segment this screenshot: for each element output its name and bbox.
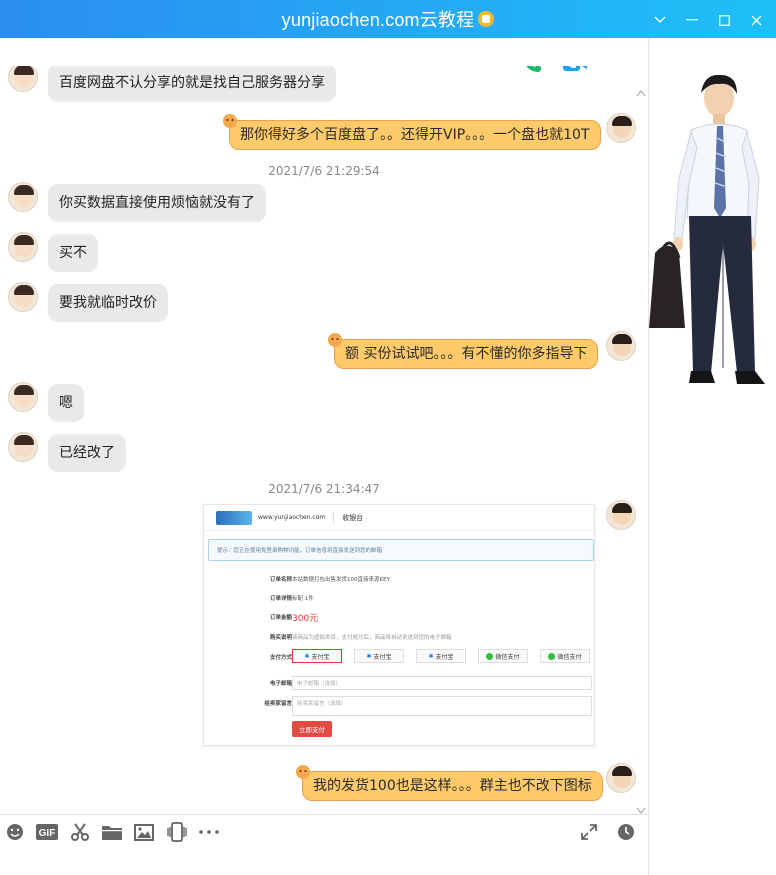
site-logo: [216, 510, 252, 525]
message-bubble-left: 买不: [48, 234, 98, 272]
my-avatar[interactable]: [606, 763, 636, 793]
order-name-label: 订单名称: [269, 577, 292, 583]
message-bubble-left: 要我就临时改价: [48, 284, 168, 322]
checkout-header: www.yunjiaochen.com 收银台: [204, 505, 594, 531]
pay-option-wechat[interactable]: 微信支付: [478, 649, 528, 663]
contact-avatar[interactable]: [8, 182, 38, 212]
phone-shake-icon[interactable]: [165, 820, 189, 844]
bubble-decoration-icon: [221, 112, 239, 130]
folder-icon[interactable]: [100, 820, 124, 844]
bubble-decoration-icon: [326, 331, 344, 349]
history-clock-icon[interactable]: [614, 820, 638, 844]
message-timestamp: 2021/7/6 21:34:47: [268, 482, 380, 496]
close-button[interactable]: [740, 10, 772, 30]
emoji-icon[interactable]: [3, 820, 27, 844]
message-bubble-left: 嗯: [48, 384, 84, 422]
contact-avatar[interactable]: [8, 282, 38, 312]
payment-row: 支付方式 ✱ 支付宝 ✱ 支付宝 ✱ 支付宝 微信支付 微信支付: [204, 649, 594, 665]
divider: [333, 511, 335, 524]
pay-now-button[interactable]: 立即支付: [292, 721, 332, 737]
scroll-mask: [0, 38, 648, 66]
contact-avatar[interactable]: [8, 432, 38, 462]
message-bubble-right: 额 买份试试吧。。。有不懂的你多指导下: [334, 339, 599, 369]
more-icon[interactable]: [197, 820, 221, 844]
window-controls: [644, 10, 772, 30]
purchase-note-label: 购买说明: [269, 635, 292, 641]
message-bubble-left: 百度网盘不认分享的就是找自己服务器分享: [48, 64, 336, 102]
checkout-title: 收银台: [342, 513, 364, 522]
message-timestamp: 2021/7/6 21:29:54: [268, 164, 380, 178]
message-input[interactable]: 给卖家留言（选填）: [292, 696, 592, 716]
order-name-value: 本站数据打包出售发货100直接来源KEY: [292, 577, 390, 583]
maximize-button[interactable]: [708, 10, 740, 30]
contact-avatar[interactable]: [8, 382, 38, 412]
minimize-button[interactable]: [676, 10, 708, 30]
email-label: 电子邮箱: [269, 681, 292, 687]
message-bubble-left: 你买数据直接使用烦恼就没有了: [48, 184, 266, 222]
character-illustration: [649, 74, 765, 384]
pay-option-wechat[interactable]: 微信支付: [540, 649, 590, 663]
window-title: yunjiaochen.com云教程: [281, 10, 475, 30]
email-input[interactable]: 电子邮箱（选填）: [292, 676, 592, 690]
order-detail-label: 订单详情: [269, 596, 292, 602]
message-bubble-right: 我的发货100也是这样。。。群主也不改下图标: [302, 771, 603, 801]
shared-image-checkout[interactable]: www.yunjiaochen.com 收银台 提示：您正在使用免登录购物功能，…: [203, 504, 595, 746]
expand-icon[interactable]: [577, 820, 601, 844]
input-toolbar: GIF: [0, 820, 648, 846]
svg-text:GIF: GIF: [39, 828, 56, 839]
side-panel: [649, 38, 776, 875]
message-bubble-left: 已经改了: [48, 434, 126, 472]
contact-avatar[interactable]: [8, 232, 38, 262]
my-avatar[interactable]: [606, 500, 636, 530]
gif-icon[interactable]: GIF: [35, 820, 59, 844]
order-amount-label: 订单金额: [269, 615, 292, 621]
my-avatar[interactable]: [606, 113, 636, 143]
scissors-icon[interactable]: [68, 820, 92, 844]
message-bubble-right: 那你得好多个百度盘了。。还得开VIP。。。一个盘也就10T: [229, 120, 601, 150]
pay-option-alipay[interactable]: ✱ 支付宝: [416, 649, 466, 663]
image-icon[interactable]: [132, 820, 156, 844]
logo-text: www.yunjiaochen.com: [258, 514, 326, 521]
title-bar: yunjiaochen.com云教程: [0, 0, 776, 38]
email-row: 电子邮箱 电子邮箱（选填）: [204, 676, 594, 692]
vip-badge-icon: [478, 11, 495, 27]
dropdown-chevron-icon[interactable]: [644, 10, 676, 30]
input-divider: [0, 814, 648, 815]
scroll-up-icon[interactable]: [636, 82, 646, 97]
bubble-decoration-icon: [294, 763, 312, 781]
my-avatar[interactable]: [606, 331, 636, 361]
scroll-down-icon[interactable]: [636, 800, 646, 814]
message-row: 给卖家留言 给卖家留言（选填）: [204, 696, 594, 718]
order-detail-value: 标配 1件: [292, 596, 314, 602]
checkout-tip: 提示：您正在使用免登录购物功能，订单信息将直接发送到您的邮箱: [208, 539, 594, 561]
payment-label: 支付方式: [269, 655, 292, 661]
pay-option-alipay[interactable]: ✱ 支付宝: [292, 649, 342, 663]
pay-option-alipay[interactable]: ✱ 支付宝: [354, 649, 404, 663]
message-label: 给卖家留言: [264, 701, 292, 707]
purchase-note-value: 该商品为虚拟类目，支付成功后，商品将自动发送到您的电子邮箱: [292, 635, 452, 641]
order-amount-value: 300元: [292, 614, 319, 624]
contact-avatar[interactable]: [8, 62, 38, 92]
